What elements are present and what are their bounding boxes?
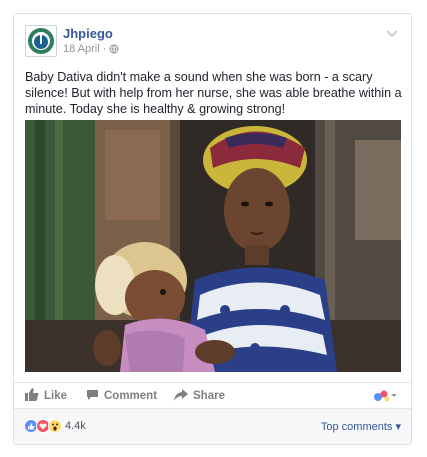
reactions-summary: 4.4k Top comments ▾	[14, 408, 411, 444]
post-header: Jhpiego 18 April ·	[25, 25, 400, 59]
post-meta: 18 April ·	[63, 43, 119, 57]
post-photo[interactable]	[25, 120, 401, 372]
share-arrow-icon	[174, 388, 188, 404]
thumbs-up-icon	[25, 388, 39, 404]
post-text: Baby Dativa didn't make a sound when she…	[25, 70, 402, 116]
share-label: Share	[193, 390, 225, 402]
post-card: Jhpiego 18 April · Baby Dativa didn't ma…	[13, 13, 412, 445]
comment-label: Comment	[104, 390, 158, 402]
globe-icon	[109, 44, 119, 57]
page-avatar[interactable]	[25, 25, 57, 57]
page-name-link[interactable]: Jhpiego	[63, 26, 113, 41]
meta-separator: ·	[99, 43, 110, 55]
like-button[interactable]: Like	[25, 387, 67, 405]
like-label: Like	[44, 390, 68, 402]
comment-button[interactable]: Comment	[86, 387, 157, 405]
comment-icon	[86, 389, 99, 404]
reaction-audience-selector[interactable]	[373, 389, 397, 403]
reaction-icons[interactable]	[24, 419, 62, 433]
post-actions: Like Comment Share	[14, 382, 411, 407]
share-button[interactable]: Share	[174, 387, 225, 405]
post-options-chevron-icon[interactable]	[384, 27, 400, 41]
reaction-count[interactable]: 4.4k	[65, 420, 86, 432]
post-date[interactable]: 18 April	[63, 43, 100, 55]
wow-reaction-icon	[48, 419, 62, 433]
top-comments-dropdown[interactable]: Top comments ▾	[321, 420, 401, 433]
